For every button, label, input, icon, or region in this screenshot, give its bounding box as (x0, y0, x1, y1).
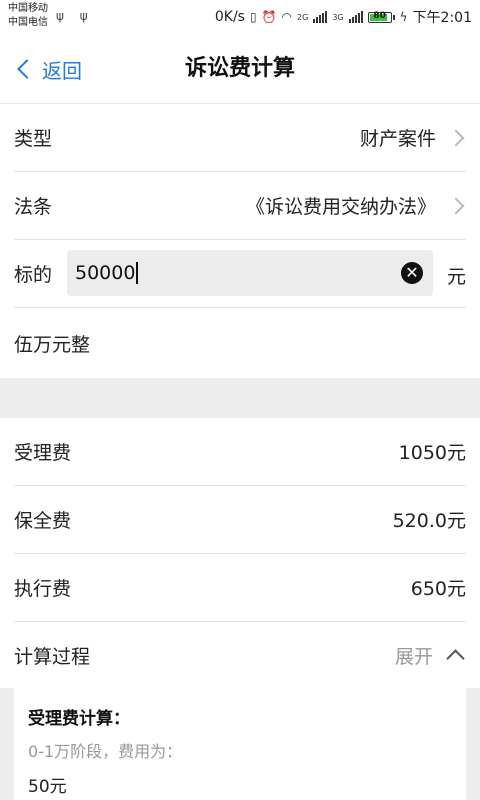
result-label: 受理费 (14, 442, 72, 464)
chevron-right-icon (447, 129, 465, 146)
network-type-2: 3G (332, 12, 344, 22)
type-value: 财产案件 (359, 128, 436, 150)
type-label: 类型 (14, 128, 53, 150)
wifi-icon: ◠ (281, 10, 293, 24)
amount-input-value: 50000 (75, 262, 136, 284)
alarm-icon: ⏰ (261, 10, 277, 24)
chevron-right-icon (447, 197, 465, 214)
clock: 下午2:01 (412, 10, 472, 26)
result-row-preservation-fee: 保全费 520.0元 (14, 486, 466, 554)
result-value: 1050元 (398, 442, 466, 464)
battery-icon: 80 (367, 10, 395, 23)
status-bar: 中国移动 中国电信 ψ ψ 0K/s ▯ ⏰ ◠ 2G 3G 80 ϟ 下午2:… (0, 0, 480, 34)
section-divider (0, 378, 480, 418)
result-label: 执行费 (14, 578, 72, 600)
usb-icon: ψ ψ (56, 9, 94, 23)
result-value: 520.0元 (392, 510, 466, 532)
calculation-detail-card: 受理费计算： 0-1万阶段，费用为： 50元 (14, 688, 466, 800)
detail-description: 0-1万阶段，费用为： (28, 742, 183, 761)
amount-label: 标的 (14, 264, 53, 286)
result-row-filing-fee: 受理费 1050元 (14, 418, 466, 486)
vibrate-icon: ▯ (249, 10, 257, 24)
detail-title: 受理费计算： (28, 709, 130, 729)
amount-in-words: 伍万元整 (14, 333, 91, 356)
network-type-1: 2G (297, 12, 309, 22)
nav-bar: 返回 诉讼费计算 (0, 34, 480, 104)
charging-icon: ϟ (399, 10, 408, 24)
net-speed: 0K/s (214, 9, 245, 25)
status-right: 0K/s ▯ ⏰ ◠ 2G 3G 80 ϟ 下午2:01 (215, 7, 472, 27)
law-label: 法条 (14, 196, 53, 218)
result-row-execution-fee: 执行费 650元 (14, 554, 466, 622)
signal-icon (313, 11, 328, 23)
chevron-up-icon (446, 648, 465, 668)
law-value: 《诉讼费用交纳办法》 (245, 196, 436, 218)
amount-unit: 元 (446, 266, 466, 288)
type-row[interactable]: 类型 财产案件 (14, 104, 466, 172)
carrier-1: 中国移动 (8, 3, 48, 14)
amount-words-row: 伍万元整 (14, 308, 466, 378)
process-label: 计算过程 (14, 645, 91, 668)
law-row[interactable]: 法条 《诉讼费用交纳办法》 (14, 172, 466, 240)
text-caret (136, 262, 139, 284)
detail-result: 50元 (28, 777, 67, 797)
amount-input[interactable]: 50000 ✕ (67, 250, 433, 296)
result-value: 650元 (410, 578, 466, 600)
process-toggle-row[interactable]: 计算过程 展开 (14, 622, 466, 688)
amount-row: 标的 50000 ✕ 元 (14, 240, 466, 308)
signal-icon-2 (348, 11, 363, 23)
carrier-2: 中国电信 (8, 17, 48, 28)
battery-level: 80 (373, 10, 386, 21)
page-title: 诉讼费计算 (184, 56, 295, 81)
result-label: 保全费 (14, 510, 72, 532)
clear-icon[interactable]: ✕ (401, 262, 423, 284)
expand-toggle-label: 展开 (394, 645, 433, 668)
